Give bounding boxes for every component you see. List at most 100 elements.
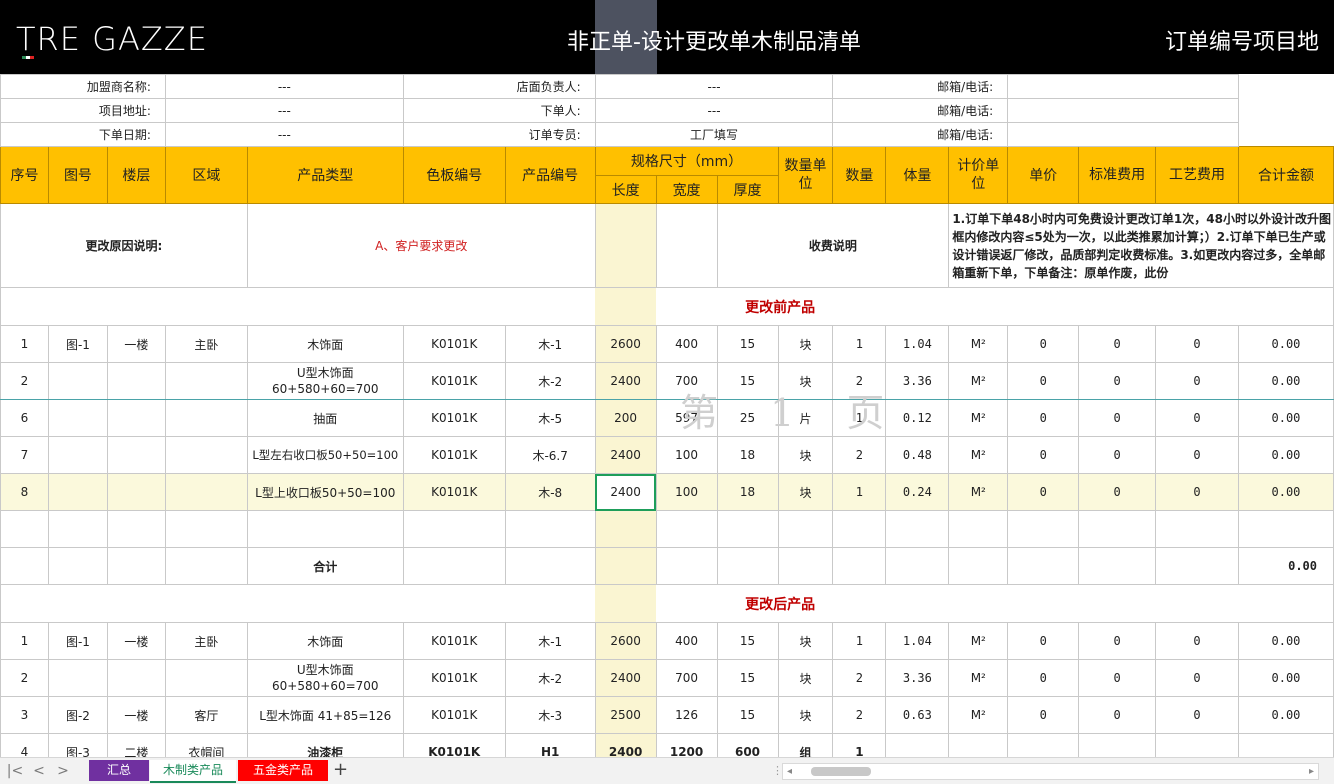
col-header-floor[interactable]: 楼层 bbox=[106, 146, 166, 204]
store-manager-label[interactable]: 店面负责人: bbox=[402, 74, 596, 99]
cell-color-code[interactable]: K0101K bbox=[402, 659, 506, 697]
cell-product-code[interactable]: 木-3 bbox=[504, 696, 596, 734]
project-address-label[interactable]: 项目地址: bbox=[0, 98, 166, 123]
sheet-title[interactable]: 非正单-设计更改单木制品清单 bbox=[567, 24, 861, 56]
cell-volume[interactable]: 0.48 bbox=[885, 436, 950, 474]
table-row[interactable]: 1 图-1 一楼 主卧 木饰面 K0101K 木-1 2600 400 15 块… bbox=[0, 622, 1334, 660]
cell-price-unit[interactable]: M² bbox=[948, 362, 1009, 400]
cell-craft-fee[interactable]: 0 bbox=[1155, 325, 1239, 363]
cell-product-type[interactable]: 木饰面 bbox=[246, 622, 404, 660]
cell-unit-price[interactable]: 0 bbox=[1007, 436, 1080, 474]
cell-craft-fee[interactable]: 0 bbox=[1155, 473, 1239, 511]
col-header-length[interactable]: 长度 bbox=[594, 175, 657, 204]
cell-qty[interactable]: 2 bbox=[832, 436, 887, 474]
cell-length[interactable]: 2400 bbox=[594, 436, 657, 474]
cell-qty[interactable]: 1 bbox=[832, 473, 887, 511]
cell-width[interactable]: 400 bbox=[655, 622, 718, 660]
cell-area[interactable]: 主卧 bbox=[164, 622, 248, 660]
cell-unit-price[interactable]: 0 bbox=[1007, 362, 1080, 400]
cell-volume[interactable]: 0.63 bbox=[885, 696, 950, 734]
empty-cell[interactable] bbox=[1078, 547, 1157, 585]
tab-wood-products[interactable]: 木制类产品 bbox=[150, 760, 236, 783]
empty-cell[interactable] bbox=[47, 547, 108, 585]
col-header-price-unit[interactable]: 计价单位 bbox=[948, 146, 1009, 204]
cell-unit-price[interactable]: 0 bbox=[1007, 325, 1080, 363]
cell-width[interactable]: 400 bbox=[655, 325, 718, 363]
cell-volume[interactable]: 3.36 bbox=[885, 659, 950, 697]
cell-volume[interactable]: 0.24 bbox=[885, 473, 950, 511]
cell-craft-fee[interactable]: 0 bbox=[1155, 696, 1239, 734]
sum-total[interactable]: 0.00 bbox=[1237, 547, 1334, 585]
cell-area[interactable] bbox=[164, 399, 248, 437]
empty-cell[interactable] bbox=[1237, 510, 1334, 548]
order-specialist-label[interactable]: 订单专员: bbox=[402, 122, 596, 147]
cell-fig[interactable]: 图-1 bbox=[47, 622, 108, 660]
cell-qty[interactable]: 2 bbox=[832, 362, 887, 400]
empty-cell[interactable] bbox=[716, 547, 779, 585]
empty-cell[interactable] bbox=[106, 547, 166, 585]
table-row[interactable]: 6 抽面 K0101K 木-5 200 597 25 片 1 0.12 M² 0… bbox=[0, 399, 1334, 437]
cell-seq[interactable]: 2 bbox=[0, 659, 49, 697]
col-header-spec[interactable]: 规格尺寸（mm） bbox=[594, 146, 779, 176]
cell-price-unit[interactable]: M² bbox=[948, 436, 1009, 474]
cell-standard-fee[interactable]: 0 bbox=[1078, 436, 1157, 474]
email-phone-label[interactable]: 邮箱/电话: bbox=[832, 98, 1009, 123]
cell-fig[interactable] bbox=[47, 362, 108, 400]
cell-area[interactable]: 客厅 bbox=[164, 696, 248, 734]
reason-cell[interactable] bbox=[594, 203, 657, 288]
cell-seq[interactable]: 1 bbox=[0, 325, 49, 363]
cell-length[interactable]: 2600 bbox=[594, 325, 657, 363]
cell-color-code[interactable]: K0101K bbox=[402, 696, 506, 734]
cell-unit-price[interactable]: 0 bbox=[1007, 622, 1080, 660]
cell-qty[interactable]: 1 bbox=[832, 399, 887, 437]
empty-cell[interactable] bbox=[885, 510, 950, 548]
empty-cell[interactable] bbox=[402, 510, 506, 548]
cell-color-code[interactable]: K0101K bbox=[402, 325, 506, 363]
cell-total[interactable]: 0.00 bbox=[1237, 325, 1334, 363]
after-section-title[interactable]: 更改后产品 bbox=[656, 584, 1334, 623]
orderer-label[interactable]: 下单人: bbox=[402, 98, 596, 123]
cell-product-type[interactable]: U型木饰面 60+580+60=700 bbox=[246, 659, 404, 697]
cell-width[interactable]: 700 bbox=[655, 659, 718, 697]
cell-color-code[interactable]: K0101K bbox=[402, 399, 506, 437]
cell-floor[interactable] bbox=[106, 436, 166, 474]
cell-qty[interactable]: 2 bbox=[832, 696, 887, 734]
col-header-thickness[interactable]: 厚度 bbox=[716, 175, 779, 204]
dealer-name-value[interactable]: --- bbox=[164, 74, 404, 99]
col-header-volume[interactable]: 体量 bbox=[885, 146, 950, 204]
empty-cell[interactable] bbox=[594, 547, 657, 585]
email-phone-value[interactable] bbox=[1007, 74, 1239, 99]
cell-thickness[interactable]: 18 bbox=[716, 436, 779, 474]
col-header-qty-unit[interactable]: 数量单位 bbox=[777, 146, 834, 204]
cell-volume[interactable]: 3.36 bbox=[885, 362, 950, 400]
cell-qty[interactable]: 2 bbox=[832, 659, 887, 697]
table-row[interactable]: 2 U型木饰面 60+580+60=700 K0101K 木-2 2400 70… bbox=[0, 659, 1334, 697]
change-reason-value[interactable]: A、客户要求更改 bbox=[246, 203, 596, 288]
cell-area[interactable] bbox=[164, 436, 248, 474]
empty-cell[interactable] bbox=[246, 510, 404, 548]
cell-qty-unit[interactable]: 块 bbox=[777, 659, 834, 697]
empty-cell[interactable] bbox=[1078, 510, 1157, 548]
cell-qty-unit[interactable]: 块 bbox=[777, 622, 834, 660]
cell-product-code[interactable]: 木-6.7 bbox=[504, 436, 596, 474]
cell-seq[interactable]: 7 bbox=[0, 436, 49, 474]
cell-qty-unit[interactable]: 块 bbox=[777, 473, 834, 511]
empty-cell[interactable] bbox=[0, 547, 49, 585]
empty-cell[interactable] bbox=[777, 547, 834, 585]
empty-cell[interactable] bbox=[594, 510, 657, 548]
cell-standard-fee[interactable]: 0 bbox=[1078, 325, 1157, 363]
empty-cell[interactable] bbox=[504, 510, 596, 548]
empty-row[interactable] bbox=[0, 510, 1334, 548]
add-sheet-icon[interactable]: + bbox=[333, 759, 348, 780]
cell-floor[interactable]: 一楼 bbox=[106, 325, 166, 363]
cell-width[interactable]: 126 bbox=[655, 696, 718, 734]
cell-width[interactable]: 597 bbox=[655, 399, 718, 437]
cell-fig[interactable] bbox=[47, 659, 108, 697]
cell-volume[interactable]: 1.04 bbox=[885, 325, 950, 363]
tab-hardware-products[interactable]: 五金类产品 bbox=[238, 760, 328, 781]
cell-fig[interactable]: 图-2 bbox=[47, 696, 108, 734]
col-header-total[interactable]: 合计金额 bbox=[1237, 146, 1334, 204]
empty-cell[interactable] bbox=[655, 510, 718, 548]
cell-floor[interactable] bbox=[106, 473, 166, 511]
sum-row[interactable]: 合计 0.00 bbox=[0, 547, 1334, 585]
